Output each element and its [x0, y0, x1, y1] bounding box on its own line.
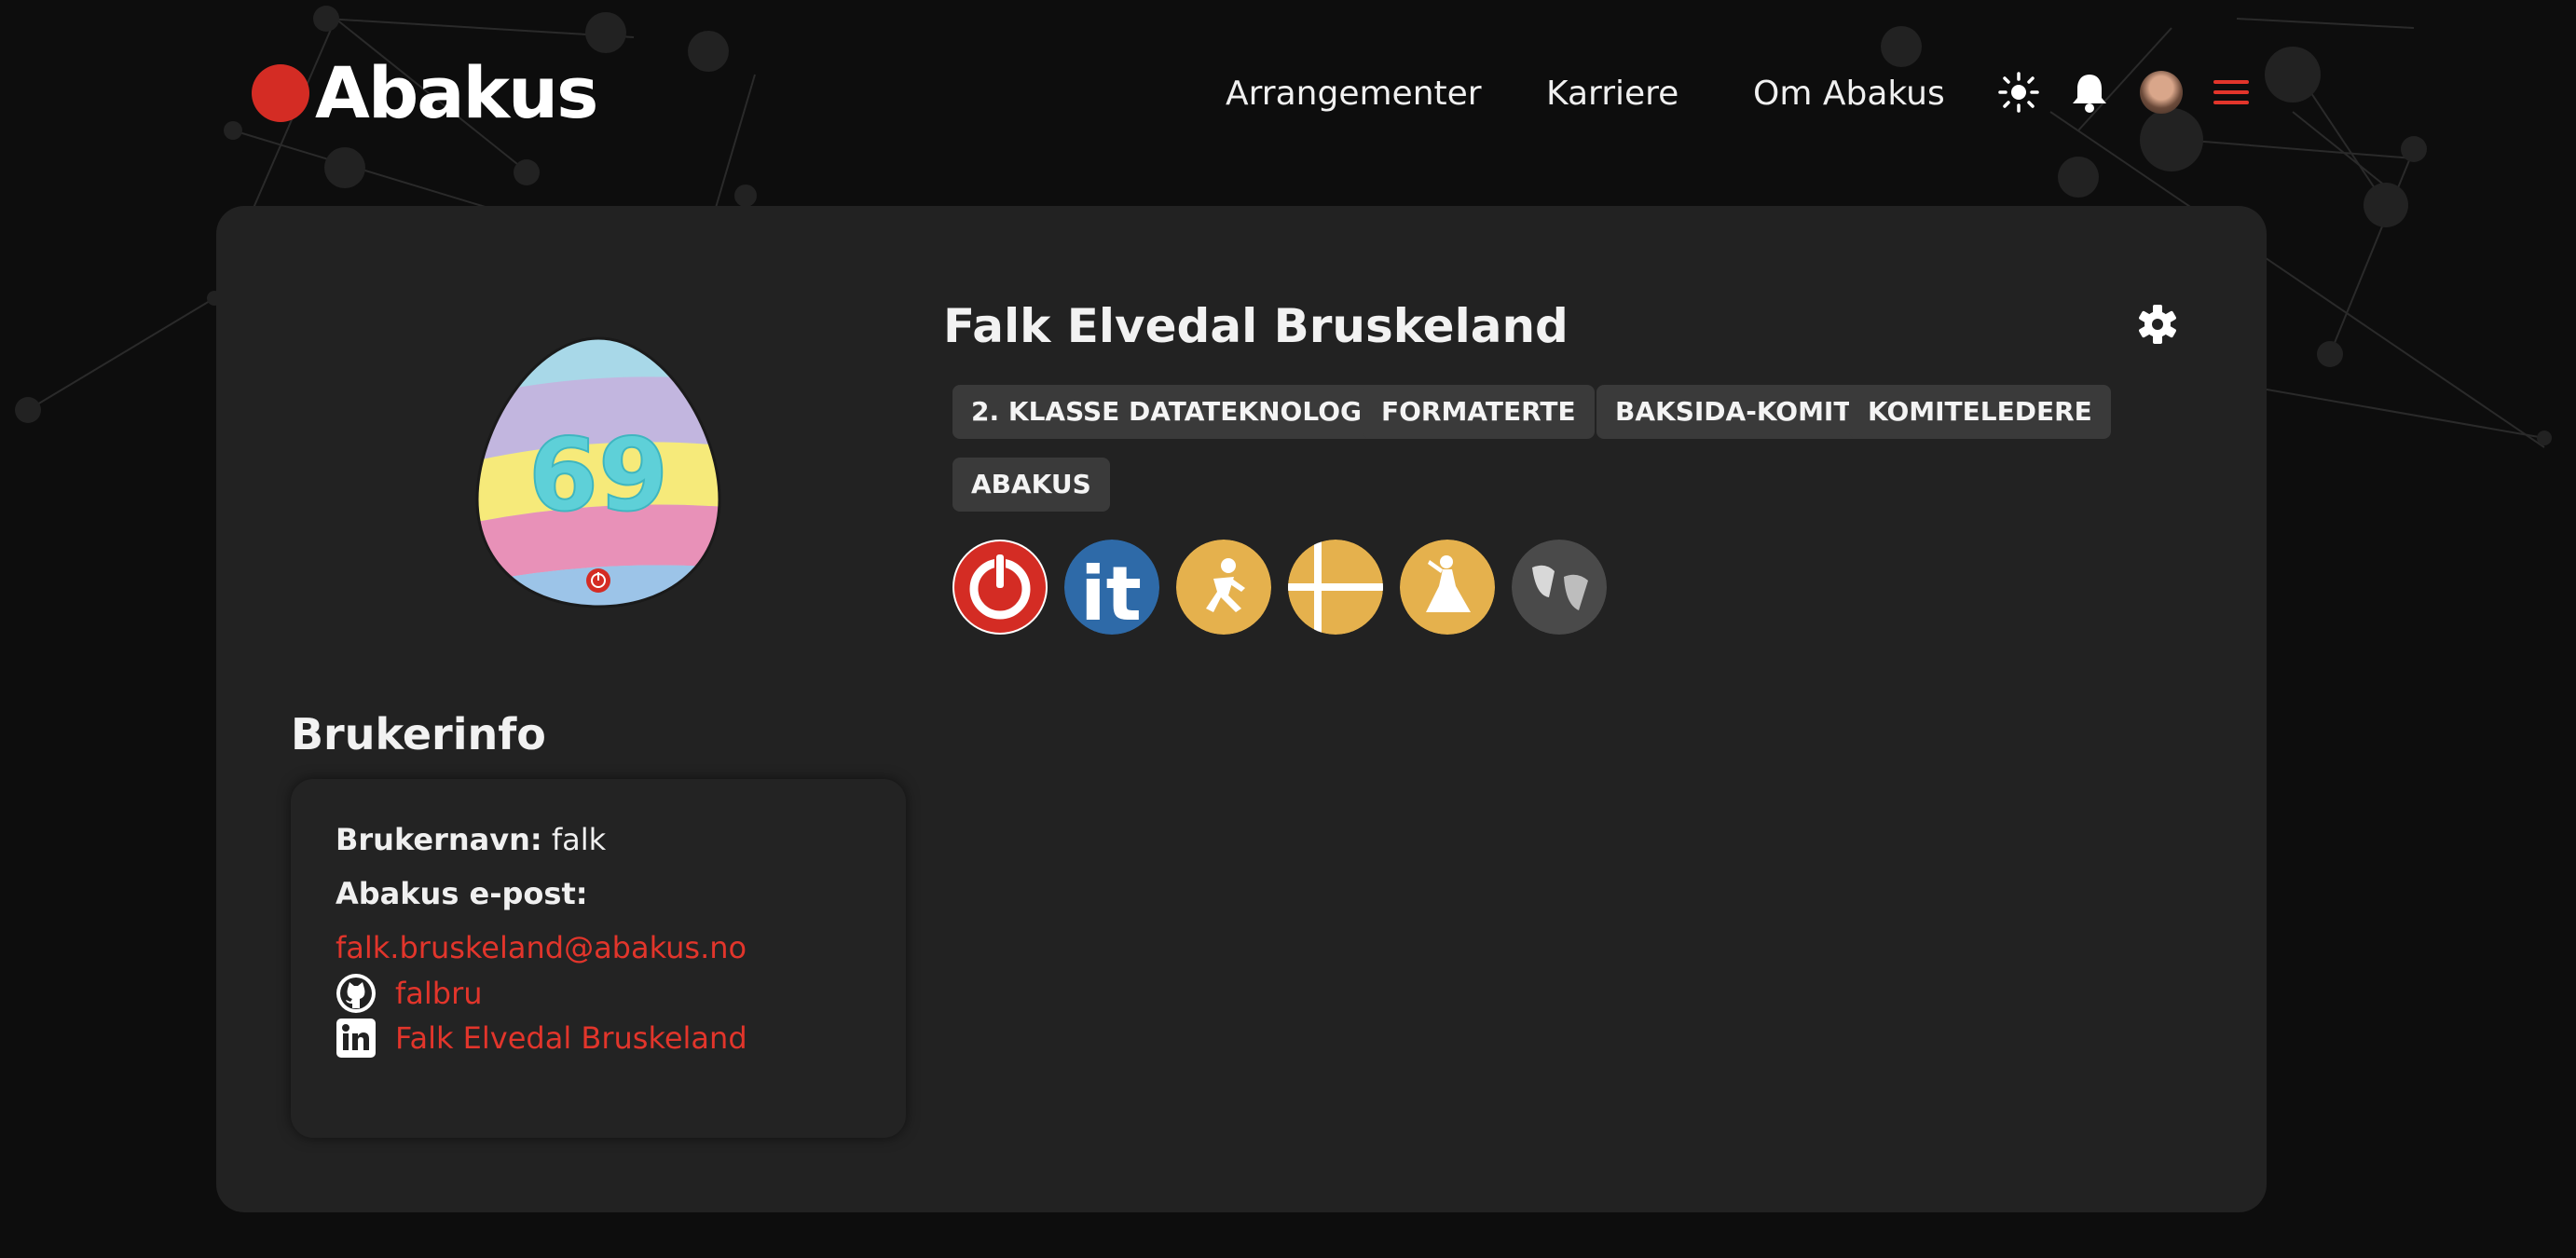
menu-hamburger-icon[interactable]	[2208, 69, 2254, 116]
nav-om-abakus[interactable]: Om Abakus	[1753, 69, 1945, 119]
email-label: Abakus e-post:	[336, 876, 588, 911]
username-label: Brukernavn:	[336, 822, 542, 857]
group-tag[interactable]: KOMITELEDERE	[1849, 385, 2111, 439]
username-value: falk	[551, 822, 607, 857]
profile-avatar[interactable]	[2138, 69, 2185, 116]
svg-text:69: 69	[528, 417, 668, 534]
email-row: falk.bruskeland@abakus.no	[336, 930, 747, 965]
group-tag[interactable]: FORMATERTE	[1363, 385, 1595, 439]
theater-masks-icon[interactable]	[1512, 540, 1607, 635]
committee-badges: it	[952, 540, 1624, 636]
userinfo-title: Brukerinfo	[291, 709, 546, 759]
split-square-icon[interactable]	[1288, 540, 1383, 635]
nav-karriere[interactable]: Karriere	[1546, 69, 1679, 119]
main-nav: Arrangementer Karriere Om Abakus	[0, 69, 2576, 119]
profile-card: 69 Falk Elvedal Bruskeland 2. KLASSE DAT…	[216, 206, 2267, 1212]
nav-arrangementer[interactable]: Arrangementer	[1226, 69, 1482, 119]
profile-name: Falk Elvedal Bruskeland	[943, 299, 1569, 353]
settings-gear-icon[interactable]	[2136, 303, 2183, 349]
email-link[interactable]: falk.bruskeland@abakus.no	[336, 930, 747, 965]
github-link[interactable]: falbru	[395, 976, 483, 1011]
theme-sun-icon[interactable]	[1995, 69, 2042, 116]
it-icon[interactable]: it	[1064, 540, 1159, 635]
group-tag[interactable]: BAKSIDA-KOMITE	[1596, 385, 1888, 439]
group-tag[interactable]: ABAKUS	[952, 458, 1110, 512]
running-person-icon[interactable]	[1176, 540, 1271, 635]
github-icon	[336, 973, 377, 1014]
group-tag[interactable]: 2. KLASSE DATATEKNOLOGI	[952, 385, 1391, 439]
userinfo-box: Brukernavn: falk Abakus e-post: falk.bru…	[291, 779, 906, 1138]
site-header: Abakus Arrangementer Karriere Om Abakus	[0, 0, 2576, 186]
email-label-row: Abakus e-post:	[336, 876, 588, 911]
linkedin-link[interactable]: Falk Elvedal Bruskeland	[395, 1020, 747, 1056]
github-row: falbru	[336, 973, 483, 1014]
svg-text:it: it	[1080, 551, 1142, 635]
dancer-icon[interactable]	[1400, 540, 1495, 635]
notification-bell-icon[interactable]	[2066, 69, 2113, 116]
linkedin-row: Falk Elvedal Bruskeland	[336, 1018, 747, 1059]
linkedin-icon	[336, 1018, 377, 1059]
profile-picture: 69	[475, 336, 721, 608]
username-row: Brukernavn: falk	[336, 822, 606, 857]
power-icon[interactable]	[952, 540, 1048, 635]
